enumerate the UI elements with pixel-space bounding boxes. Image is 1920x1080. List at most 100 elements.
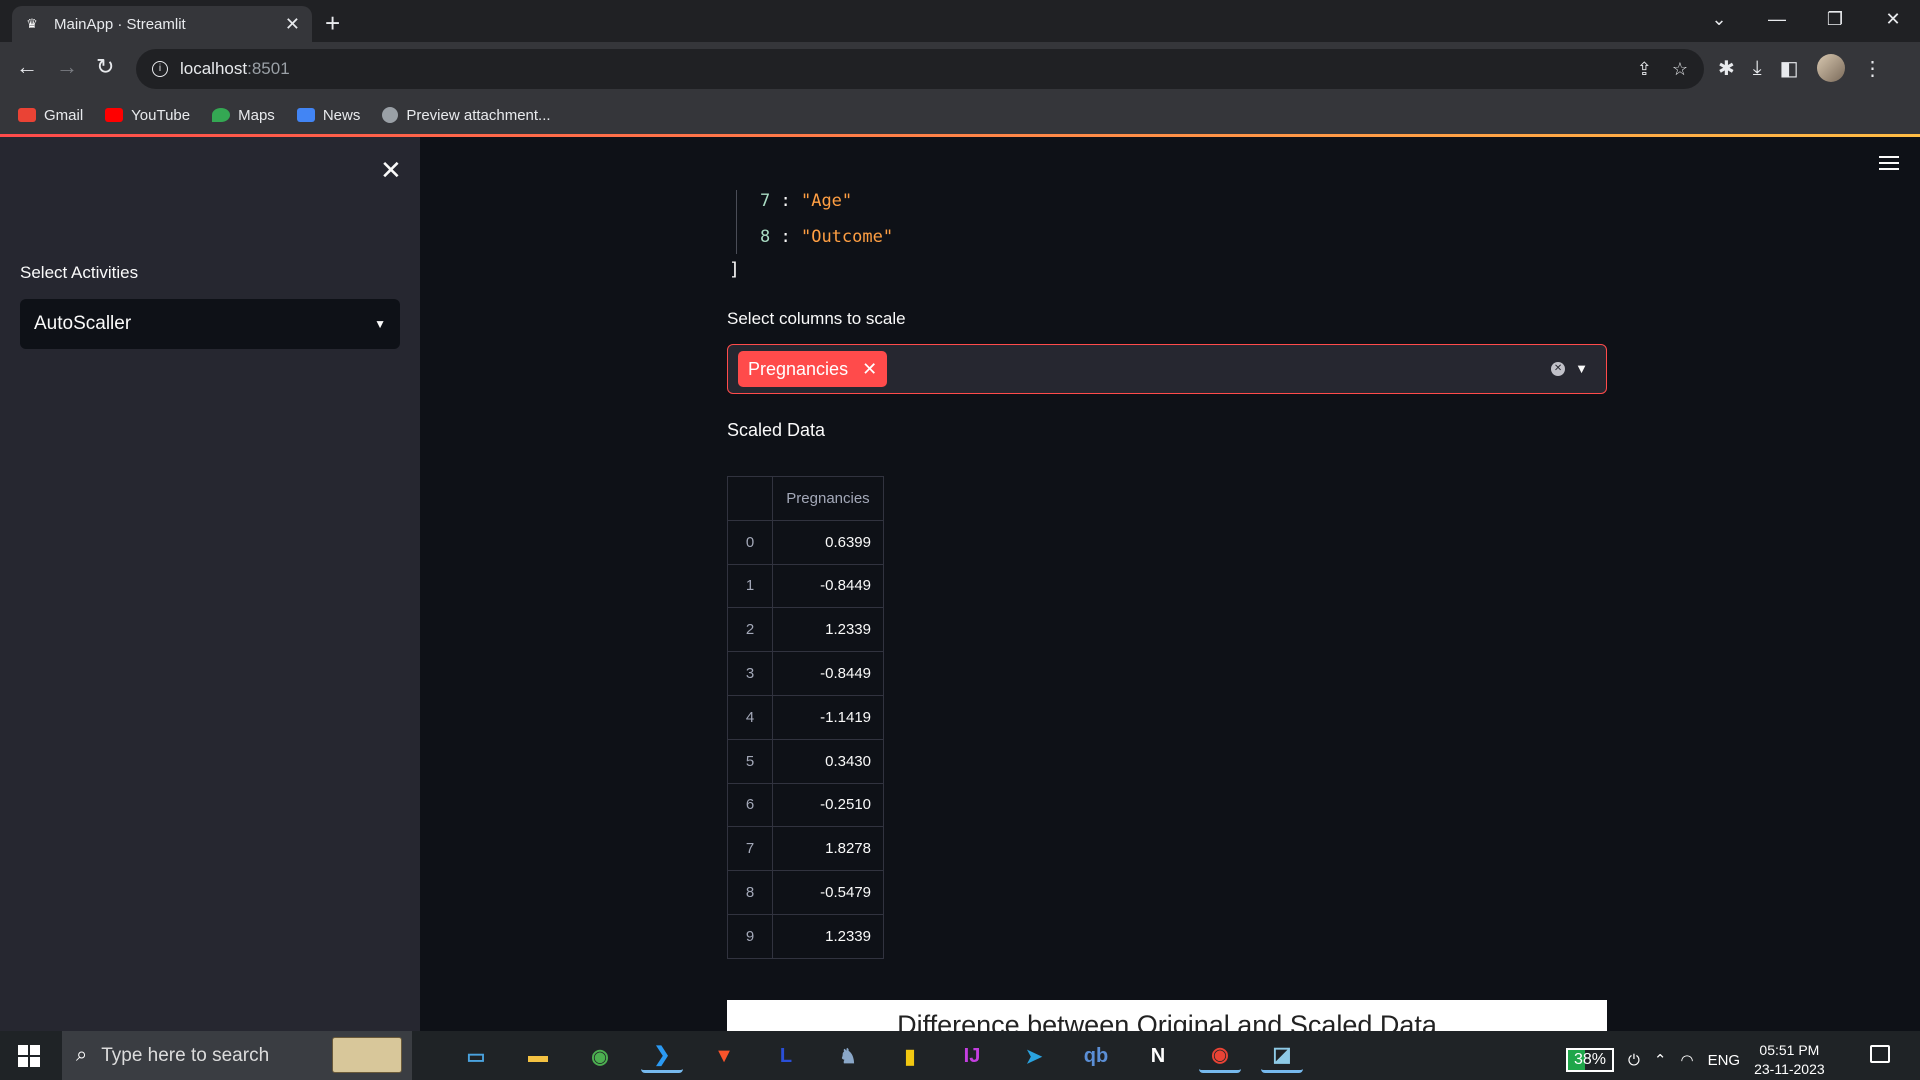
bookmark-label: Maps	[238, 106, 275, 124]
battery-indicator[interactable]: 38%	[1566, 1048, 1615, 1072]
notepad-icon[interactable]: ◪	[1261, 1039, 1303, 1073]
tray-expand-icon[interactable]: ⌃	[1654, 1051, 1667, 1069]
chevron-down-icon[interactable]: ▼	[1575, 361, 1588, 376]
bookmark-maps[interactable]: Maps	[212, 107, 275, 124]
scaled-data-heading: Scaled Data	[727, 420, 826, 440]
globe-icon	[382, 107, 399, 123]
new-tab-icon[interactable]: +	[325, 8, 340, 39]
table-row: 1 -0.8449	[727, 563, 884, 609]
gmail-icon	[18, 108, 36, 122]
file-explorer-icon[interactable]: ▬	[517, 1039, 559, 1073]
notification-icon[interactable]	[1870, 1045, 1890, 1063]
extensions-icon[interactable]: ✱	[1718, 56, 1735, 81]
bookmark-label: YouTube	[131, 106, 191, 124]
taskbar-search[interactable]: ⌕ Type here to search	[62, 1031, 412, 1080]
restore-icon[interactable]: ❐	[1806, 4, 1864, 34]
json-closing-bracket: ]	[729, 259, 740, 280]
side-panel-icon[interactable]: ◧	[1780, 56, 1799, 81]
windows-taskbar: ⌕ Type here to search ▭ ▬ ◉ ❯ ▼ L ♞ ▮ IJ ➤ qb N ◉ ◪ 3…	[0, 1031, 1920, 1080]
streamlit-icon: ♛	[26, 16, 38, 31]
column-header[interactable]: Pregnancies	[772, 476, 884, 521]
json-index: 7	[760, 191, 771, 211]
language-indicator[interactable]: ENG	[1708, 1052, 1741, 1069]
clear-all-icon[interactable]: ✕	[1551, 361, 1566, 376]
row-value[interactable]: -0.8449	[772, 563, 884, 609]
bookmark-star-icon[interactable]: ☆	[1672, 59, 1688, 80]
minimize-icon[interactable]: —	[1748, 4, 1806, 34]
download-icon[interactable]: ⤓	[1753, 57, 1762, 80]
table-row: 3 -0.8449	[727, 651, 884, 696]
row-value[interactable]: 1.2339	[772, 913, 884, 959]
row-index: 2	[727, 607, 773, 653]
powerbi-icon[interactable]: ▮	[889, 1039, 931, 1073]
url-port: :8501	[247, 59, 290, 78]
activity-select[interactable]: AutoScaller ▼	[20, 299, 400, 349]
reload-icon[interactable]: ↻	[96, 54, 114, 80]
postgres-icon[interactable]: ♞	[827, 1039, 869, 1073]
sidebar-close-icon[interactable]: ✕	[380, 155, 402, 186]
menu-kebab-icon[interactable]: ⋮	[1863, 56, 1883, 81]
chip-remove-icon[interactable]: ✕	[862, 359, 877, 380]
notion-icon[interactable]: N	[1137, 1039, 1179, 1073]
power-plug-icon: ⏻	[1628, 1051, 1640, 1069]
chevron-down-icon: ▼	[374, 317, 386, 331]
tab-close-icon[interactable]: ✕	[285, 14, 300, 35]
back-icon[interactable]: ←	[16, 54, 38, 80]
lively-icon[interactable]: L	[765, 1039, 807, 1073]
news-icon	[296, 108, 315, 122]
select-activities-label: Select Activities	[20, 263, 139, 282]
intellij-icon[interactable]: IJ	[951, 1039, 993, 1073]
chrome-icon[interactable]: ◉	[579, 1039, 621, 1073]
site-info-icon[interactable]: i	[152, 61, 168, 77]
main-menu-icon[interactable]	[1879, 156, 1899, 174]
browser-tab[interactable]: ♛ MainApp · Streamlit ✕	[12, 6, 312, 42]
windows-start-icon[interactable]	[18, 1045, 40, 1067]
bookmark-gmail[interactable]: Gmail	[18, 107, 83, 124]
qbittorrent-icon[interactable]: qb	[1075, 1039, 1117, 1073]
vscode-icon[interactable]: ❯	[641, 1039, 683, 1073]
row-index: 7	[727, 826, 773, 872]
chrome-active-icon[interactable]: ◉	[1199, 1039, 1241, 1073]
table-row: 9 1.2339	[727, 913, 884, 959]
plot-title: Difference between Original and Scaled D…	[897, 1010, 1437, 1031]
search-highlight-image	[332, 1037, 402, 1073]
clock-time: 05:51 PM	[1759, 1042, 1820, 1058]
forward-icon[interactable]: →	[56, 54, 78, 80]
chip-label: Pregnancies	[748, 358, 849, 379]
bookmarks-bar: Gmail YouTube Maps News Preview attachme…	[0, 96, 1920, 134]
row-index: 6	[727, 782, 773, 828]
window-close-icon[interactable]: ✕	[1864, 4, 1920, 34]
clock[interactable]: 05:51 PM 23-11-2023	[1754, 1041, 1825, 1079]
row-index: 5	[727, 738, 773, 784]
desktop-icon[interactable]: ▭	[455, 1039, 497, 1073]
bookmark-preview[interactable]: Preview attachment...	[382, 107, 551, 124]
bookmark-news[interactable]: News	[296, 106, 361, 124]
row-value[interactable]: 0.6399	[772, 519, 884, 565]
row-value[interactable]: 0.3430	[772, 738, 884, 784]
row-value[interactable]: -0.2510	[772, 782, 884, 828]
brave-icon[interactable]: ▼	[703, 1039, 745, 1073]
tab-search-icon[interactable]: ⌄	[1690, 4, 1748, 34]
address-bar[interactable]: i localhost:8501 ⇪ ☆	[136, 49, 1704, 89]
wifi-icon[interactable]: ◠	[1680, 1051, 1693, 1069]
table-row: 2 1.2339	[727, 607, 884, 653]
url-host: localhost	[180, 59, 248, 78]
search-placeholder: Type here to search	[101, 1044, 270, 1066]
row-value[interactable]: 1.8278	[772, 826, 884, 872]
battery-percent: 38%	[1574, 1051, 1607, 1068]
share-icon[interactable]: ⇪	[1637, 59, 1652, 80]
selected-chip[interactable]: Pregnancies ✕	[738, 351, 888, 387]
row-value[interactable]: -1.1419	[772, 694, 884, 740]
table-row: 6 -0.2510	[727, 782, 884, 828]
bookmark-youtube[interactable]: YouTube	[105, 107, 190, 124]
row-value[interactable]: -0.8449	[772, 651, 884, 696]
columns-multiselect[interactable]: Pregnancies ✕ ✕ ▼	[727, 344, 1607, 394]
row-value[interactable]: -0.5479	[772, 870, 884, 915]
row-value[interactable]: 1.2339	[772, 607, 884, 653]
telegram-icon[interactable]: ➤	[1013, 1039, 1055, 1073]
profile-avatar[interactable]	[1816, 54, 1845, 82]
json-index: 8	[760, 227, 771, 247]
bookmark-label: News	[322, 106, 361, 124]
window-controls: ⌄ — ❐ ✕	[1690, 4, 1920, 34]
activity-select-value: AutoScaller	[34, 313, 132, 334]
